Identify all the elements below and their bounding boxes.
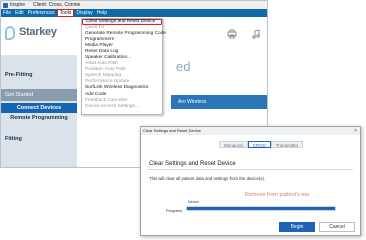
close-icon[interactable]: × xyxy=(354,127,357,135)
client-label: Client: Cross, Connie xyxy=(33,2,81,8)
tools-menu-item: Device Access Settings... xyxy=(85,103,139,109)
dialog-divider xyxy=(147,169,353,170)
dialog-status: Remove from patient's ear. xyxy=(245,192,311,198)
dialog-tabs: Monaural CROS Transmitter xyxy=(219,141,304,148)
app-icon xyxy=(3,2,8,8)
cancel-button[interactable]: Cancel xyxy=(319,222,355,232)
device-label: Device xyxy=(188,200,199,204)
dialog-title: Clear Settings and Reset Device xyxy=(143,128,201,133)
sidebar-item-fitting[interactable]: Fitting xyxy=(1,133,77,145)
menu-tools[interactable]: Tools xyxy=(56,9,75,17)
tools-dropdown-menu: Clear Settings and Reset Device Quick Fit… xyxy=(81,18,166,115)
menubar: File Edit Preferences Tools Display Help xyxy=(1,9,267,17)
menu-edit[interactable]: Edit xyxy=(13,9,26,17)
brand-name: Starkey xyxy=(19,26,57,38)
sidebar-item-connect-devices[interactable]: Connect Devices xyxy=(1,103,77,113)
starkey-logo-icon xyxy=(5,26,15,40)
sidebar: Pre-Fitting Get Started Connect Devices … xyxy=(1,55,77,167)
progress-bar xyxy=(186,206,336,211)
menu-preferences[interactable]: Preferences xyxy=(26,9,57,17)
dialog-message: This will clear all patient data and set… xyxy=(149,176,266,181)
clear-settings-dialog: Clear Settings and Reset Device × Monaur… xyxy=(140,126,361,236)
tab-monaural[interactable]: Monaural xyxy=(219,141,248,148)
print-icon[interactable] xyxy=(227,29,237,39)
menu-help[interactable]: Help xyxy=(95,9,109,17)
sidebar-item-remote-programming[interactable]: Remote Programming xyxy=(1,113,77,123)
wireless-label: Aro Wireless xyxy=(178,99,207,105)
tab-cros[interactable]: CROS xyxy=(247,141,271,148)
progress-label: Progress xyxy=(166,208,183,213)
window-titlebar: Inspire Client: Cross, Connie xyxy=(1,1,267,9)
app-name: Inspire xyxy=(10,2,26,8)
menu-file[interactable]: File xyxy=(1,9,13,17)
banner-partial-text: ed xyxy=(176,59,191,74)
dialog-titlebar: Clear Settings and Reset Device × xyxy=(141,127,360,135)
music-note-icon[interactable] xyxy=(251,29,261,39)
menu-display[interactable]: Display xyxy=(74,9,94,17)
brand-area: Starkey xyxy=(1,17,77,51)
progress-fill xyxy=(187,207,335,210)
dialog-heading: Clear Settings and Reset Device xyxy=(149,161,236,167)
sidebar-item-get-started[interactable]: Get Started xyxy=(1,89,77,101)
begin-button[interactable]: Begin xyxy=(279,222,315,232)
tab-transmitter[interactable]: Transmitter xyxy=(270,141,304,148)
sidebar-item-pre-fitting[interactable]: Pre-Fitting xyxy=(1,69,77,81)
